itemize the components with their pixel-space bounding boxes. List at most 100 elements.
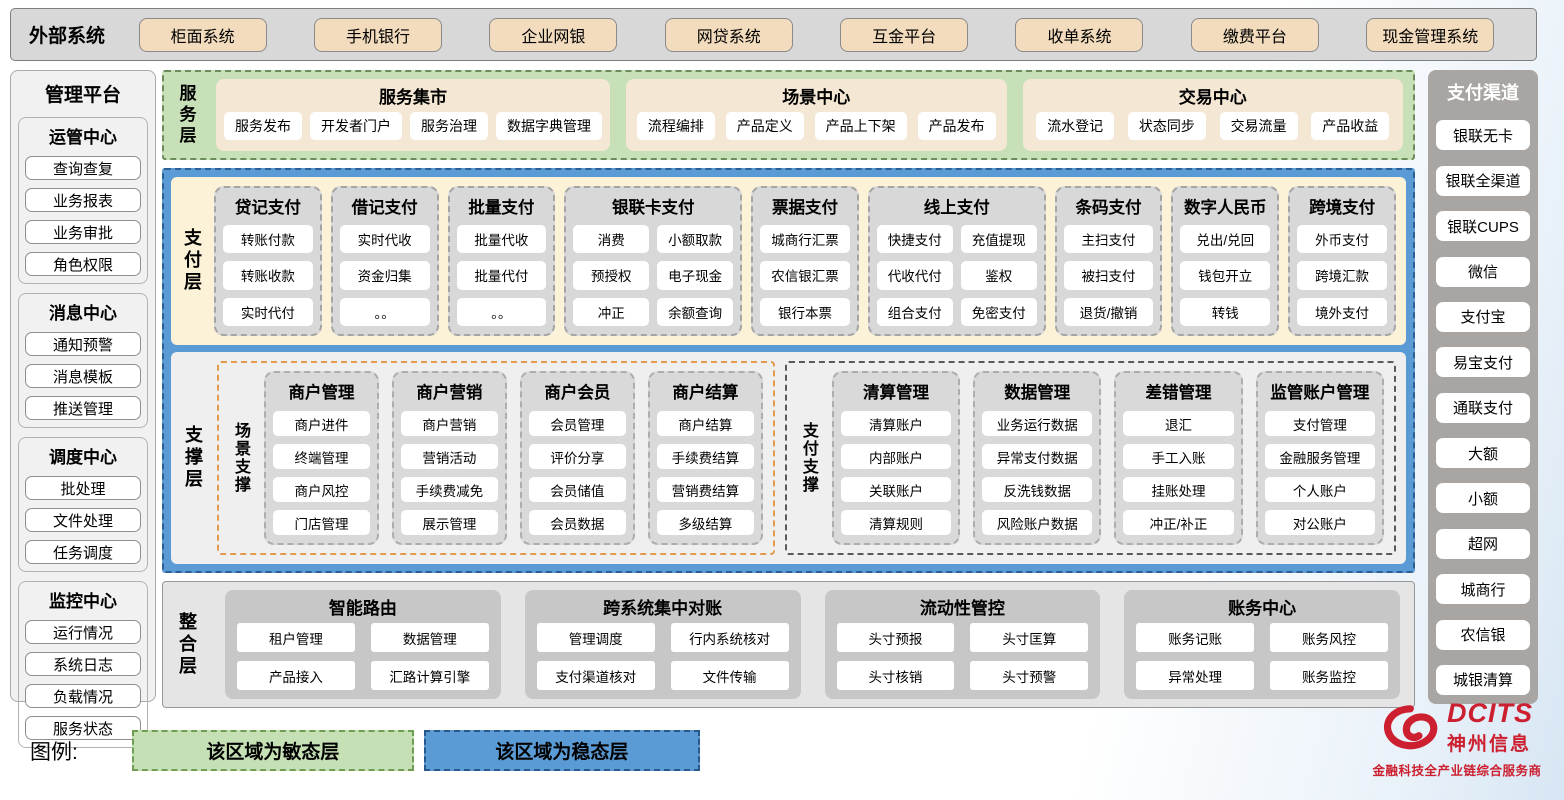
- service-item-box: 数据字典管理: [496, 112, 602, 140]
- service-item-box: 产品发布: [918, 112, 996, 140]
- dcits-logo-name: DCITS: [1447, 700, 1533, 727]
- channel-box: 易宝支付: [1436, 347, 1530, 377]
- integration-panel-title: 智能路由: [237, 594, 489, 619]
- support-item-box: 个人账户: [1265, 477, 1375, 502]
- payment-group-items: 消费 小额取款 预授权 电子现金 冲正 余额查询: [573, 225, 733, 326]
- management-item-box: 负载情况: [25, 684, 141, 708]
- payment-group-items: 快捷支付 充值提现 代收代付 鉴权 组合支付 免密支付: [877, 225, 1037, 326]
- support-column: 商户营销 商户营销 营销活动 手续费减免 展示管理: [392, 371, 507, 545]
- external-system-box: 缴费平台: [1191, 18, 1319, 52]
- external-systems-bar: 外部系统 柜面系统 手机银行 企业网银 网贷系统 互金平台 收单系统 缴费平台 …: [10, 8, 1537, 61]
- management-platform-panel: 管理平台 运管中心 查询查复 业务报表 业务审批 角色权限 消息中心 通知预警: [10, 70, 156, 702]
- service-item-box: 产品上下架: [815, 112, 907, 140]
- channel-box: 大额: [1436, 438, 1530, 468]
- channel-box: 银联CUPS: [1436, 211, 1530, 241]
- management-item-box: 文件处理: [25, 508, 141, 532]
- integration-panel-title: 账务中心: [1136, 594, 1388, 619]
- payment-item-box: 跨境汇款: [1297, 261, 1387, 289]
- channel-box: 超网: [1436, 529, 1530, 559]
- management-section: 消息中心 通知预警 消息模板 推送管理: [18, 293, 148, 428]
- service-panel-title: 交易中心: [1031, 83, 1396, 108]
- dcits-logo-text: DCITS 神州信息: [1447, 700, 1533, 756]
- support-item-box: 手工入账: [1123, 444, 1233, 469]
- payment-channels-title: 支付渠道: [1436, 79, 1530, 105]
- support-item-box: 营销费结算: [657, 477, 754, 502]
- legend-agile-box: 该区域为敏态层: [132, 730, 414, 771]
- stable-layer-box: 支付层 贷记支付 转账付款 转账收款 实时代付: [162, 168, 1415, 573]
- payment-group-title: 线上支付: [877, 194, 1037, 218]
- payment-group: 条码支付 主扫支付 被扫支付 退货/撤销: [1055, 186, 1163, 336]
- management-section: 运管中心 查询查复 业务报表 业务审批 角色权限: [18, 117, 148, 284]
- support-column-title: 商户结算: [657, 379, 754, 403]
- payment-item-box: 资金归集: [340, 261, 430, 289]
- integration-item-box: 头寸预报: [837, 623, 955, 652]
- integration-panel-items: 租户管理 数据管理 产品接入 汇路计算引擎: [237, 623, 489, 690]
- external-system-box: 企业网银: [489, 18, 617, 52]
- external-system-box: 网贷系统: [665, 18, 793, 52]
- service-item-box: 状态同步: [1128, 112, 1206, 140]
- management-item-box: 任务调度: [25, 540, 141, 564]
- service-panel-title: 场景中心: [634, 83, 999, 108]
- payment-group-title: 批量支付: [457, 194, 547, 218]
- support-item-box: 会员数据: [529, 510, 626, 535]
- integration-panel-items: 账务记账 账务风控 异常处理 账务监控: [1136, 623, 1388, 690]
- payment-item-box: 转账付款: [223, 225, 313, 253]
- external-systems-label: 外部系统: [29, 21, 105, 48]
- support-item-box: 终端管理: [273, 444, 370, 469]
- support-column: 商户管理 商户进件 终端管理 商户风控 门店管理: [264, 371, 379, 545]
- main-content: 服务层 服务集市 服务发布 开发者门户 服务治理 数据字典管理: [162, 70, 1415, 708]
- dcits-logo-tagline: 金融科技全产业链综合服务商: [1372, 760, 1541, 779]
- support-column-title: 清算管理: [841, 379, 951, 403]
- service-item-box: 流水登记: [1036, 112, 1114, 140]
- payment-group-title: 银联卡支付: [573, 194, 733, 218]
- channel-box: 小额: [1436, 483, 1530, 513]
- integration-item-box: 支付渠道核对: [537, 661, 655, 690]
- payment-support-label: 支付支撑: [797, 371, 819, 545]
- service-item-box: 流程编排: [637, 112, 715, 140]
- support-item-box: 异常支付数据: [982, 444, 1092, 469]
- payment-group-title: 数字人民币: [1180, 194, 1270, 218]
- integration-item-box: 账务监控: [1270, 661, 1388, 690]
- payment-item-box: 快捷支付: [877, 225, 953, 253]
- payment-item-box: 冲正: [573, 298, 649, 326]
- payment-item-box: 外币支付: [1297, 225, 1387, 253]
- support-item-box: 清算账户: [841, 411, 951, 436]
- integration-panel: 跨系统集中对账 管理调度 行内系统核对 支付渠道核对 文件传输: [525, 590, 801, 699]
- support-item-box: 多级结算: [657, 510, 754, 535]
- management-section: 监控中心 运行情况 系统日志 负载情况 服务状态: [18, 581, 148, 748]
- support-item-box: 会员管理: [529, 411, 626, 436]
- integration-panel-items: 管理调度 行内系统核对 支付渠道核对 文件传输: [537, 623, 789, 690]
- service-panel-items: 服务发布 开发者门户 服务治理 数据字典管理: [224, 108, 602, 144]
- payment-group-items: 兑出/兑回 钱包开立 转钱: [1180, 225, 1270, 326]
- payment-item-box: 充值提现: [961, 225, 1037, 253]
- payment-group-items: 外币支付 跨境汇款 境外支付: [1297, 225, 1387, 326]
- integration-item-box: 租户管理: [237, 623, 355, 652]
- service-panel: 服务集市 服务发布 开发者门户 服务治理 数据字典管理: [216, 79, 610, 151]
- payment-item-box: 预授权: [573, 261, 649, 289]
- payment-channels-panel: 支付渠道 银联无卡 银联全渠道 银联CUPS 微信 支付宝 易宝支付 通联支付 …: [1428, 70, 1538, 704]
- integration-item-box: 头寸预警: [970, 661, 1088, 690]
- payment-support-group: 支付支撑 清算管理 清算账户 内部账户 关联账户 清算规则: [785, 361, 1396, 555]
- management-platform-title: 管理平台: [18, 77, 148, 108]
- integration-item-box: 账务记账: [1136, 623, 1254, 652]
- payment-item-box: 免密支付: [961, 298, 1037, 326]
- support-column-title: 商户会员: [529, 379, 626, 403]
- integration-panel: 账务中心 账务记账 账务风控 异常处理 账务监控: [1124, 590, 1400, 699]
- payment-group-title: 票据支付: [760, 194, 850, 218]
- support-item-box: 手续费结算: [657, 444, 754, 469]
- support-item-box: 退汇: [1123, 411, 1233, 436]
- payment-item-box: 消费: [573, 225, 649, 253]
- payment-group: 跨境支付 外币支付 跨境汇款 境外支付: [1288, 186, 1396, 336]
- management-section-title: 监控中心: [25, 587, 141, 612]
- management-item-box: 角色权限: [25, 252, 141, 276]
- payment-item-box: 实时代收: [340, 225, 430, 253]
- payment-group: 借记支付 实时代收 资金归集 。。: [331, 186, 439, 336]
- channel-box: 通联支付: [1436, 393, 1530, 423]
- payment-group-title: 跨境支付: [1297, 194, 1387, 218]
- support-item-box: 商户风控: [273, 477, 370, 502]
- integration-layer-label: 整合层: [173, 590, 201, 699]
- payment-item-box: 被扫支付: [1064, 261, 1154, 289]
- payment-item-box: 城商行汇票: [760, 225, 850, 253]
- support-item-box: 业务运行数据: [982, 411, 1092, 436]
- support-item-box: 商户进件: [273, 411, 370, 436]
